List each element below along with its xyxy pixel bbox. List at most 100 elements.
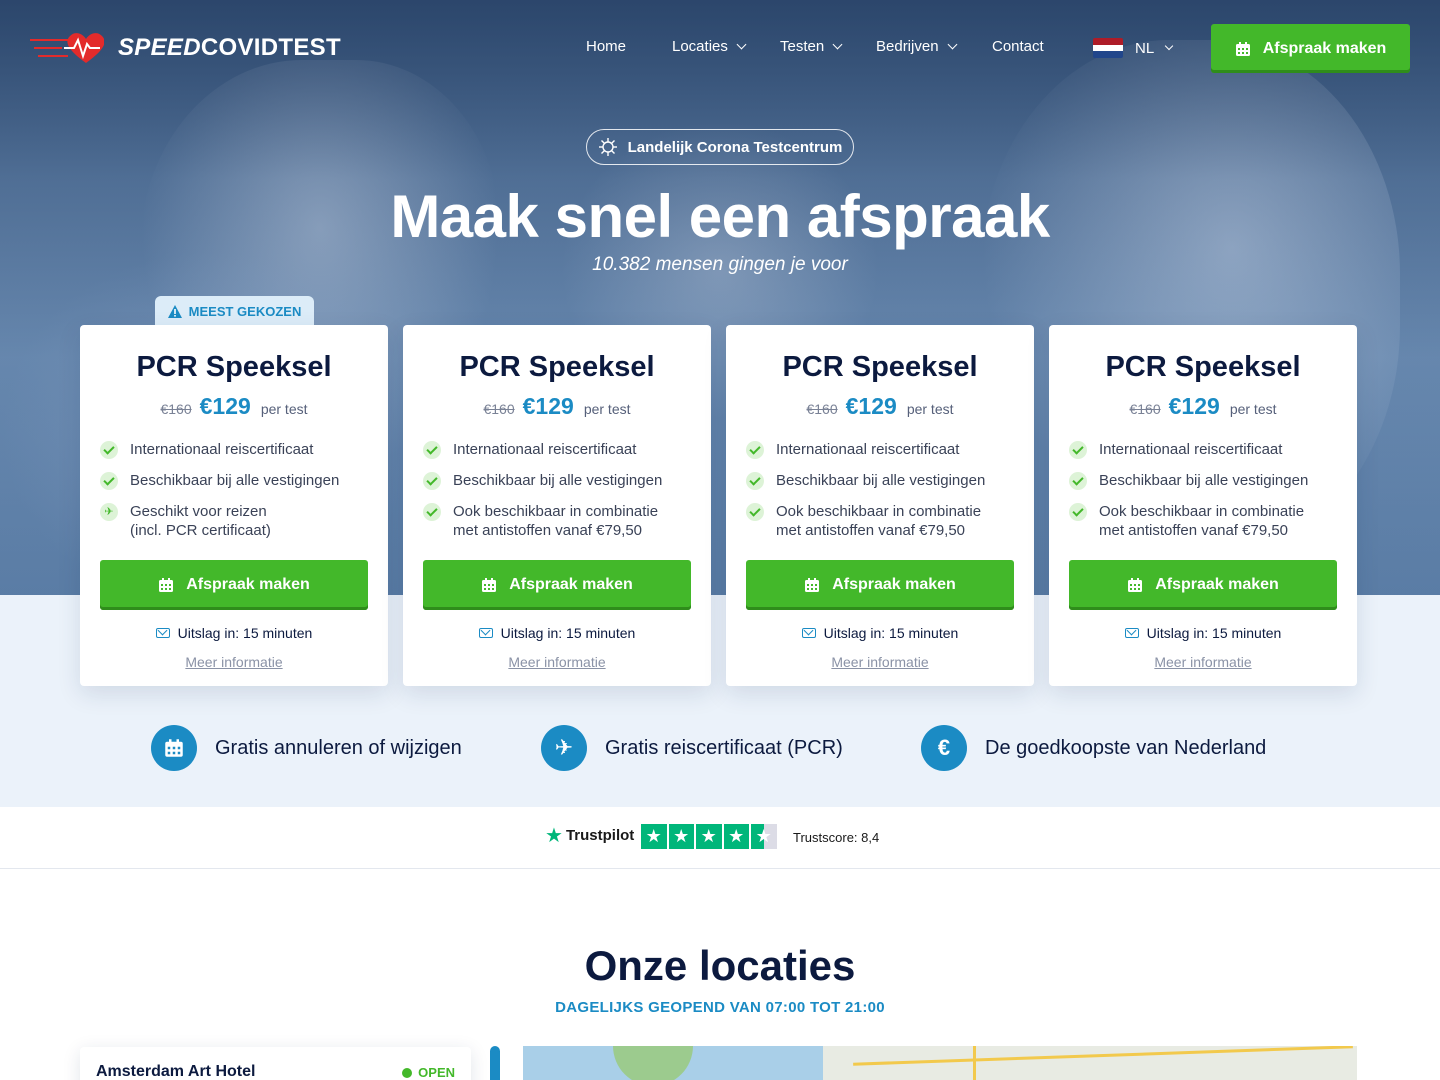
product-card: PCR Speeksel €160 €129 per test Internat…	[1049, 325, 1357, 686]
usp-item: Gratis annuleren of wijzigen	[151, 725, 462, 771]
hero-pill: Landelijk Corona Testcentrum	[586, 129, 854, 165]
more-info-link[interactable]: Meer informatie	[80, 654, 388, 670]
locations-map[interactable]	[523, 1046, 1357, 1080]
nav-locaties[interactable]: Locaties	[672, 38, 747, 55]
main-navigation: SPEEDCOVIDTEST Home Locaties Testen Bedr…	[0, 0, 1440, 96]
appointment-button[interactable]: Afspraak maken	[100, 560, 368, 610]
card-title: PCR Speeksel	[782, 351, 978, 383]
product-card: PCR Speeksel €160 €129 per test Internat…	[80, 325, 388, 686]
check-icon	[423, 441, 441, 459]
feature-item: Beschikbaar bij alle vestigingen	[1069, 471, 1339, 490]
feature-item: Beschikbaar bij alle vestigingen	[100, 471, 370, 490]
virus-icon	[598, 138, 617, 156]
usp-text: De goedkoopste van Nederland	[985, 736, 1267, 759]
hero-title: Maak snel een afspraak	[390, 183, 1050, 250]
check-icon	[100, 472, 118, 490]
logo[interactable]: SPEEDCOVIDTEST	[28, 30, 341, 66]
price: €129	[845, 393, 897, 419]
feature-item: Internationaal reiscertificaat	[423, 440, 693, 459]
plane-icon: ✈	[100, 503, 118, 521]
logo-text: SPEEDCOVIDTEST	[118, 34, 341, 61]
chevron-down-icon	[736, 39, 747, 50]
location-card[interactable]: Amsterdam Art Hotel OPEN	[80, 1047, 471, 1080]
price: €129	[1168, 393, 1220, 419]
result-time: Uitslag in: 15 minuten	[403, 625, 711, 641]
check-icon	[746, 503, 764, 521]
map-road	[973, 1046, 976, 1080]
open-status: OPEN	[402, 1065, 455, 1080]
feature-item: Ook beschikbaar in combinatie met antisto…	[1069, 502, 1339, 540]
check-icon	[746, 472, 764, 490]
plane-icon: ✈	[541, 725, 587, 771]
feature-item: Internationaal reiscertificaat	[100, 440, 370, 459]
check-icon	[423, 472, 441, 490]
card-title: PCR Speeksel	[1105, 351, 1301, 383]
usp-item: € De goedkoopste van Nederland	[921, 725, 1266, 771]
euro-icon: €	[921, 725, 967, 771]
warning-icon	[167, 304, 182, 318]
status-dot-icon	[402, 1067, 413, 1078]
trustpilot-rating: ★ ★ ★ ★ ★	[641, 824, 777, 849]
chevron-down-icon	[832, 39, 843, 50]
half-star-icon: ★	[751, 824, 777, 849]
mail-icon	[478, 628, 493, 638]
more-info-link[interactable]: Meer informatie	[726, 654, 1034, 670]
check-icon	[1069, 472, 1087, 490]
check-icon	[1069, 503, 1087, 521]
price-row: €160 €129 per test	[80, 393, 388, 420]
price-row: €160 €129 per test	[1049, 393, 1357, 420]
price-row: €160 €129 per test	[403, 393, 711, 420]
mail-icon	[1124, 628, 1139, 638]
usp-item: ✈ Gratis reiscertificaat (PCR)	[541, 725, 843, 771]
nav-bedrijven[interactable]: Bedrijven	[876, 38, 957, 55]
nav-home[interactable]: Home	[586, 38, 626, 55]
language-label: NL	[1135, 39, 1155, 57]
star-icon: ★	[668, 824, 694, 849]
card-title: PCR Speeksel	[459, 351, 655, 383]
trustscore: Trustscore: 8,4	[793, 830, 880, 845]
check-icon	[100, 441, 118, 459]
appointment-button[interactable]: Afspraak maken	[1069, 560, 1337, 610]
locations-subtitle: DAGELIJKS GEOPEND VAN 07:00 TOT 21:00	[555, 999, 885, 1016]
calendar-icon	[482, 578, 497, 592]
language-selector[interactable]: NL	[1093, 38, 1174, 58]
feature-item: ✈ Geschikt voor reizen (incl. PCR certific…	[100, 502, 370, 540]
result-time: Uitslag in: 15 minuten	[1049, 625, 1357, 641]
star-icon: ★	[723, 824, 749, 849]
usp-text: Gratis annuleren of wijzigen	[215, 736, 462, 759]
chevron-down-icon	[1164, 41, 1174, 51]
heart-pulse-icon	[30, 33, 104, 63]
price-unit: per test	[260, 401, 308, 417]
nav-appointment-button[interactable]: Afspraak maken	[1211, 24, 1410, 73]
location-name: Amsterdam Art Hotel	[96, 1063, 256, 1080]
price-unit: per test	[1229, 401, 1277, 417]
price: €129	[522, 393, 574, 419]
mail-icon	[801, 628, 816, 638]
location-list-scrollbar[interactable]	[490, 1046, 500, 1080]
old-price: €160	[806, 401, 838, 417]
feature-item: Internationaal reiscertificaat	[746, 440, 1016, 459]
nav-testen[interactable]: Testen	[780, 38, 843, 55]
star-icon: ★	[545, 824, 563, 847]
old-price: €160	[483, 401, 515, 417]
nav-contact[interactable]: Contact	[992, 38, 1044, 55]
trustpilot-logo[interactable]: ★ Trustpilot	[545, 824, 634, 847]
calendar-icon	[805, 578, 820, 592]
product-card: PCR Speeksel €160 €129 per test Internat…	[403, 325, 711, 686]
price: €129	[199, 393, 251, 419]
check-icon	[746, 441, 764, 459]
map-land	[613, 1046, 693, 1080]
chevron-down-icon	[947, 39, 957, 50]
hero-subtitle: 10.382 mensen gingen je voor	[592, 254, 848, 275]
netherlands-flag-icon	[1093, 38, 1123, 58]
more-info-link[interactable]: Meer informatie	[403, 654, 711, 670]
old-price: €160	[160, 401, 192, 417]
appointment-button[interactable]: Afspraak maken	[423, 560, 691, 610]
more-info-link[interactable]: Meer informatie	[1049, 654, 1357, 670]
check-icon	[1069, 441, 1087, 459]
appointment-button[interactable]: Afspraak maken	[746, 560, 1014, 610]
feature-item: Ook beschikbaar in combinatie met antisto…	[746, 502, 1016, 540]
star-icon: ★	[696, 824, 722, 849]
price-row: €160 €129 per test	[726, 393, 1034, 420]
check-icon	[423, 503, 441, 521]
